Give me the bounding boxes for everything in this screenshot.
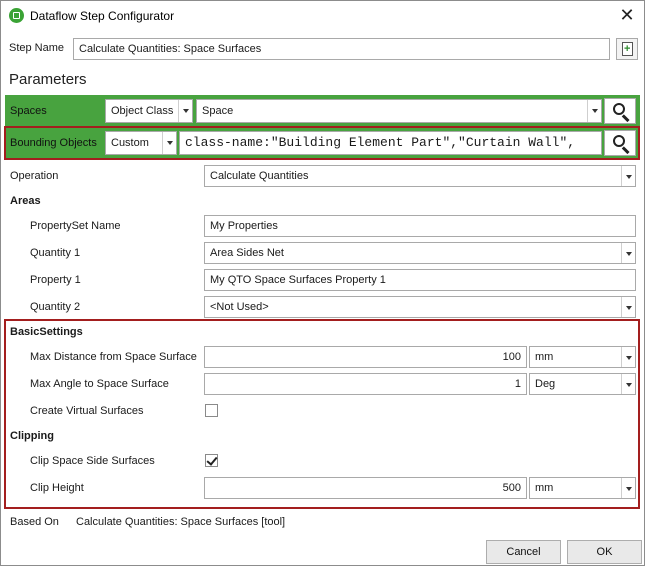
step-name-label: Step Name <box>9 42 65 54</box>
create-virtual-surfaces-label: Create Virtual Surfaces <box>30 405 144 417</box>
spaces-value-select[interactable]: Space <box>196 99 602 123</box>
window-title: Dataflow Step Configurator <box>30 9 175 23</box>
clipping-heading: Clipping <box>10 430 54 442</box>
operation-label: Operation <box>10 170 59 182</box>
quantity-1-select[interactable]: Area Sides Net <box>204 242 636 264</box>
chevron-down-icon <box>587 100 601 122</box>
create-virtual-surfaces-checkbox[interactable] <box>205 404 218 417</box>
spaces-mode-select[interactable]: Object Class <box>105 99 193 123</box>
basic-settings-heading: BasicSettings <box>10 326 83 338</box>
ok-button[interactable]: OK <box>567 540 642 564</box>
bounding-mode-select[interactable]: Custom <box>105 131 177 155</box>
dialog-window: Dataflow Step Configurator ✕ Step Name C… <box>0 0 645 566</box>
title-bar: Dataflow Step Configurator ✕ <box>1 1 644 31</box>
max-distance-input[interactable]: 100 <box>204 346 527 368</box>
chevron-down-icon <box>621 166 635 186</box>
chevron-down-icon <box>621 297 635 317</box>
clip-side-surfaces-label: Clip Space Side Surfaces <box>30 455 155 467</box>
clip-side-surfaces-checkbox[interactable] <box>205 454 218 467</box>
based-on-value: Calculate Quantities: Space Surfaces [to… <box>76 516 286 528</box>
max-distance-label: Max Distance from Space Surface <box>30 351 197 363</box>
parameters-heading: Parameters <box>9 71 87 88</box>
quantity-1-value: Area Sides Net <box>210 247 284 259</box>
quantity-1-label: Quantity 1 <box>30 247 81 259</box>
chevron-down-icon <box>621 374 635 394</box>
property-1-label: Property 1 <box>30 274 81 286</box>
cancel-button[interactable]: Cancel <box>486 540 561 564</box>
quantity-2-label: Quantity 2 <box>30 301 81 313</box>
close-icon[interactable]: ✕ <box>615 4 639 26</box>
property-1-input[interactable]: My QTO Space Surfaces Property 1 <box>204 269 636 291</box>
chevron-down-icon <box>621 243 635 263</box>
based-on-label: Based On <box>10 516 59 528</box>
propertyset-name-input[interactable]: My Properties <box>204 215 636 237</box>
operation-value: Calculate Quantities <box>210 170 309 182</box>
spaces-mode-value: Object Class <box>111 105 174 117</box>
quantity-2-value: <Not Used> <box>210 301 269 313</box>
max-angle-unit: Deg <box>535 378 556 390</box>
clip-height-label: Clip Height <box>30 482 84 494</box>
chevron-down-icon <box>162 132 176 154</box>
max-angle-unit-select[interactable]: Deg <box>529 373 636 395</box>
operation-select[interactable]: Calculate Quantities <box>204 165 636 187</box>
bounding-objects-label: Bounding Objects <box>10 137 97 149</box>
new-step-button[interactable]: + <box>616 38 638 60</box>
spaces-label: Spaces <box>10 105 47 117</box>
chevron-down-icon <box>621 478 635 498</box>
clip-height-input[interactable]: 500 <box>204 477 527 499</box>
chevron-down-icon <box>178 100 192 122</box>
spaces-search-button[interactable] <box>604 98 636 124</box>
dataflow-app-icon <box>9 8 24 23</box>
clip-height-unit-select[interactable]: mm <box>529 477 636 499</box>
bounding-query-input[interactable]: class-name:"Building Element Part","Curt… <box>179 131 602 155</box>
quantity-2-select[interactable]: <Not Used> <box>204 296 636 318</box>
max-angle-label: Max Angle to Space Surface <box>30 378 169 390</box>
spaces-value: Space <box>202 105 234 117</box>
clip-height-unit: mm <box>535 482 554 494</box>
max-angle-input[interactable]: 1 <box>204 373 527 395</box>
bounding-mode-value: Custom <box>111 137 149 149</box>
bounding-search-button[interactable] <box>604 130 636 156</box>
max-distance-unit-select[interactable]: mm <box>529 346 636 368</box>
max-distance-unit: mm <box>535 351 554 363</box>
step-name-input[interactable]: Calculate Quantities: Space Surfaces <box>73 38 610 60</box>
chevron-down-icon <box>621 347 635 367</box>
propertyset-name-label: PropertySet Name <box>30 220 121 232</box>
areas-heading: Areas <box>10 195 41 207</box>
